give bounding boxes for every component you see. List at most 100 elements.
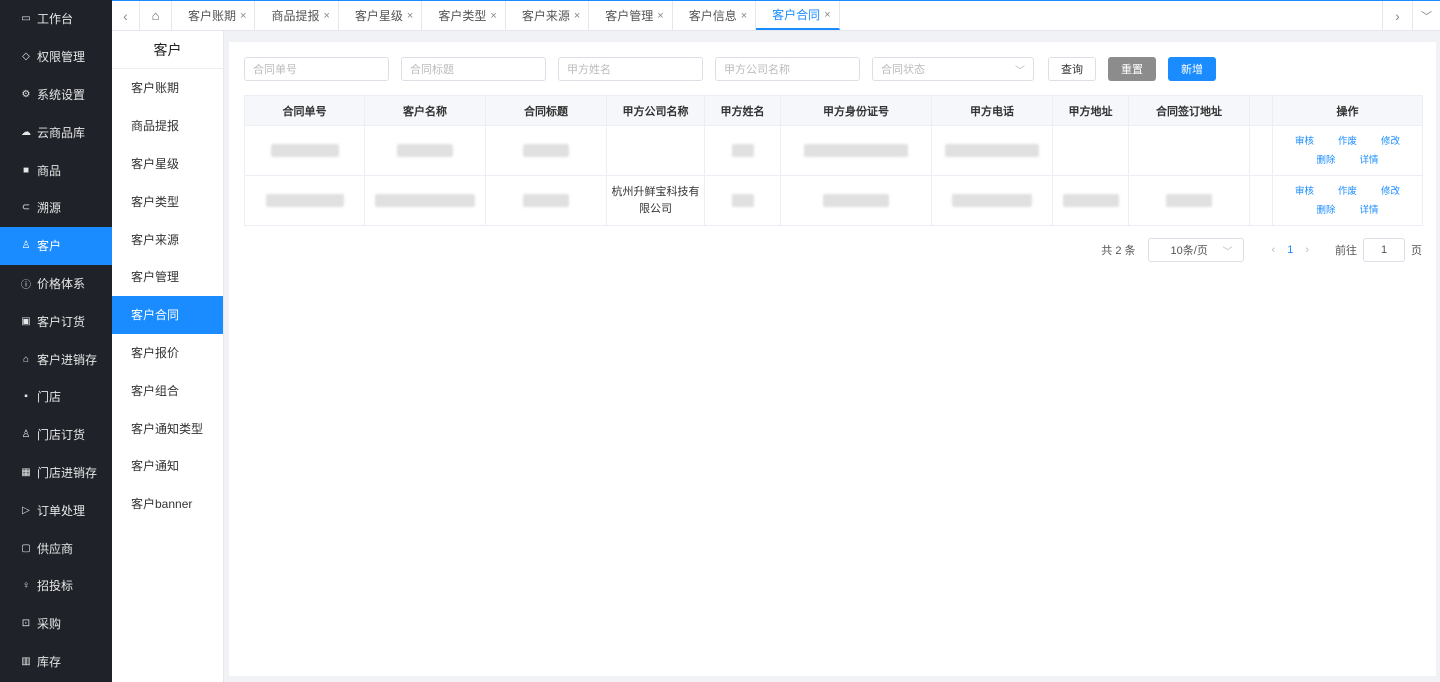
users-icon: ♙ bbox=[21, 429, 31, 441]
submenu-item-customer-quote[interactable]: 客户报价 bbox=[112, 334, 223, 372]
submenu-item-customer-contract[interactable]: 客户合同 bbox=[112, 295, 223, 334]
reset-button[interactable]: 重置 bbox=[1108, 57, 1156, 81]
close-icon[interactable]: × bbox=[323, 10, 329, 22]
sidebar-item-permissions[interactable]: ◇ 权限管理 bbox=[0, 38, 112, 76]
submenu-item-customer-source[interactable]: 客户来源 bbox=[112, 220, 223, 258]
detail-link[interactable]: 详情 bbox=[1360, 205, 1379, 216]
sidebar-item-cloud-products[interactable]: ☁ 云商品库 bbox=[0, 113, 112, 151]
submenu-item-customer-star[interactable]: 客户星级 bbox=[112, 145, 223, 183]
page-number[interactable]: 1 bbox=[1287, 244, 1293, 256]
close-icon[interactable]: × bbox=[657, 10, 663, 22]
close-icon[interactable]: × bbox=[240, 10, 246, 22]
redacted-text bbox=[731, 193, 754, 207]
sidebar-item-label: 价格体系 bbox=[37, 276, 86, 291]
tab-customer-info[interactable]: 客户信息 × bbox=[673, 1, 757, 30]
approve-link[interactable]: 审核 bbox=[1295, 136, 1314, 147]
tabs-bar: ‹ ⌂ 客户账期 × 商品提报 × 客户星级 × 客户类型 × 客户来源 × 客户管理 × … bbox=[112, 0, 1440, 31]
goto-page-input[interactable]: 1 bbox=[1363, 238, 1405, 262]
void-link[interactable]: 作废 bbox=[1338, 186, 1357, 197]
home-icon[interactable]: ⌂ bbox=[140, 1, 172, 30]
close-icon[interactable]: × bbox=[741, 10, 747, 22]
party-a-company-input[interactable]: 甲方公司名称 bbox=[715, 57, 860, 81]
tab-label: 商品提报 bbox=[271, 9, 320, 23]
close-icon[interactable]: × bbox=[407, 10, 413, 22]
sidebar-item-products[interactable]: ■ 商品 bbox=[0, 151, 112, 189]
sidebar-item-label: 库存 bbox=[37, 654, 62, 669]
sidebar-item-purchasing[interactable]: ⊡ 采购 bbox=[0, 605, 112, 643]
sidebar-item-customer-inventory[interactable]: ⌂ 客户进销存 bbox=[0, 340, 112, 378]
cell-id-number bbox=[780, 125, 932, 176]
sidebar-item-store-inventory[interactable]: ▦ 门店进销存 bbox=[0, 454, 112, 492]
tab-customer-type[interactable]: 客户类型 × bbox=[422, 1, 506, 30]
add-button[interactable]: 新增 bbox=[1168, 57, 1216, 81]
table-header: 合同单号 客户名称 合同标题 甲方公司名称 甲方姓名 甲方身份证号 甲方电话 甲… bbox=[244, 95, 1423, 126]
approve-link[interactable]: 审核 bbox=[1295, 186, 1314, 197]
contract-no-input[interactable]: 合同单号 bbox=[244, 57, 389, 81]
sidebar-item-label: 溯源 bbox=[37, 201, 62, 216]
close-icon[interactable]: × bbox=[824, 9, 830, 21]
tab-customer-credit[interactable]: 客户账期 × bbox=[172, 1, 256, 30]
sidebar-item-stock[interactable]: ▥ 库存 bbox=[0, 643, 112, 681]
sidebar-item-trace[interactable]: ⊂ 溯源 bbox=[0, 189, 112, 227]
contract-title-input[interactable]: 合同标题 bbox=[401, 57, 546, 81]
delete-link[interactable]: 删除 bbox=[1316, 205, 1335, 216]
submenu-item-notice[interactable]: 客户通知 bbox=[112, 447, 223, 485]
contract-table: 合同单号 客户名称 合同标题 甲方公司名称 甲方姓名 甲方身份证号 甲方电话 甲… bbox=[244, 95, 1423, 226]
submenu-item-customer-credit[interactable]: 客户账期 bbox=[112, 69, 223, 107]
table-row: 杭州升鲜宝科技有限公司 审核 作废 修改 删除 详情 bbox=[244, 175, 1423, 226]
tab-product-report[interactable]: 商品提报 × bbox=[255, 1, 339, 30]
filter-bar: 合同单号 合同标题 甲方姓名 甲方公司名称 合同状态 ﹀ 查询 重置 新增 bbox=[244, 57, 1228, 81]
submenu-item-banner[interactable]: 客户banner bbox=[112, 485, 223, 523]
col-header: 甲方地址 bbox=[1052, 95, 1129, 126]
delete-link[interactable]: 删除 bbox=[1316, 155, 1335, 166]
tab-customer-star[interactable]: 客户星级 × bbox=[339, 1, 423, 30]
cell-customer-name bbox=[364, 175, 486, 226]
chevron-left-icon[interactable]: ‹ bbox=[112, 1, 140, 30]
col-header: 合同签订地址 bbox=[1128, 95, 1250, 126]
chevron-down-icon[interactable]: ﹀ bbox=[1412, 1, 1440, 30]
tab-customer-source[interactable]: 客户来源 × bbox=[506, 1, 590, 30]
party-a-name-input[interactable]: 甲方姓名 bbox=[558, 57, 703, 81]
query-button[interactable]: 查询 bbox=[1048, 57, 1096, 81]
chevron-right-icon[interactable]: › bbox=[1382, 1, 1412, 30]
sidebar-item-stores[interactable]: ▪ 门店 bbox=[0, 378, 112, 416]
sidebar-item-pricing[interactable]: ⓘ 价格体系 bbox=[0, 265, 112, 303]
sidebar-item-order-processing[interactable]: ▷ 订单处理 bbox=[0, 491, 112, 529]
close-icon[interactable]: × bbox=[574, 10, 580, 22]
sidebar-item-customer-orders[interactable]: ▣ 客户订货 bbox=[0, 302, 112, 340]
edit-link[interactable]: 修改 bbox=[1381, 186, 1400, 197]
sidebar-item-suppliers[interactable]: ▢ 供应商 bbox=[0, 529, 112, 567]
submenu-item-product-report[interactable]: 商品提报 bbox=[112, 107, 223, 145]
sidebar-item-store-orders[interactable]: ♙ 门店订货 bbox=[0, 416, 112, 454]
contract-status-select[interactable]: 合同状态 ﹀ bbox=[872, 57, 1034, 81]
tab-customer-contract[interactable]: 客户合同 × bbox=[756, 1, 840, 30]
edit-link[interactable]: 修改 bbox=[1381, 136, 1400, 147]
sidebar-item-settings[interactable]: ⚙ 系统设置 bbox=[0, 76, 112, 114]
redacted-text bbox=[731, 143, 754, 157]
table-icon: ▥ bbox=[21, 655, 31, 667]
cell-party-a-name bbox=[704, 125, 781, 176]
cell-contract-no bbox=[244, 175, 365, 226]
submenu-item-customer-management[interactable]: 客户管理 bbox=[112, 258, 223, 296]
tab-label: 客户星级 bbox=[354, 9, 403, 23]
next-page-icon[interactable]: › bbox=[1305, 244, 1309, 256]
calculator-icon: ▦ bbox=[21, 466, 31, 478]
close-icon[interactable]: × bbox=[490, 10, 496, 22]
tab-customer-management[interactable]: 客户管理 × bbox=[589, 1, 673, 30]
prev-page-icon[interactable]: ‹ bbox=[1272, 244, 1276, 256]
submenu-item-customer-group[interactable]: 客户组合 bbox=[112, 371, 223, 409]
monitor-icon: ▭ bbox=[21, 13, 31, 25]
cell-contract-title bbox=[485, 175, 607, 226]
submenu-item-notice-type[interactable]: 客户通知类型 bbox=[112, 409, 223, 447]
submenu-item-customer-type[interactable]: 客户类型 bbox=[112, 182, 223, 220]
cell-actions: 审核 作废 修改 删除 详情 bbox=[1272, 175, 1423, 226]
detail-link[interactable]: 详情 bbox=[1360, 155, 1379, 166]
sidebar-item-bidding[interactable]: ♀ 招投标 bbox=[0, 567, 112, 605]
redacted-text bbox=[523, 143, 569, 157]
sidebar-item-workbench[interactable]: ▭ 工作台 bbox=[0, 0, 112, 38]
void-link[interactable]: 作废 bbox=[1338, 136, 1357, 147]
info-icon: ⓘ bbox=[21, 279, 31, 291]
sidebar-item-customers[interactable]: ♙ 客户 bbox=[0, 226, 112, 265]
sidebar-item-label: 供应商 bbox=[37, 541, 74, 556]
page-size-select[interactable]: 10条/页 ﹀ bbox=[1147, 238, 1244, 262]
